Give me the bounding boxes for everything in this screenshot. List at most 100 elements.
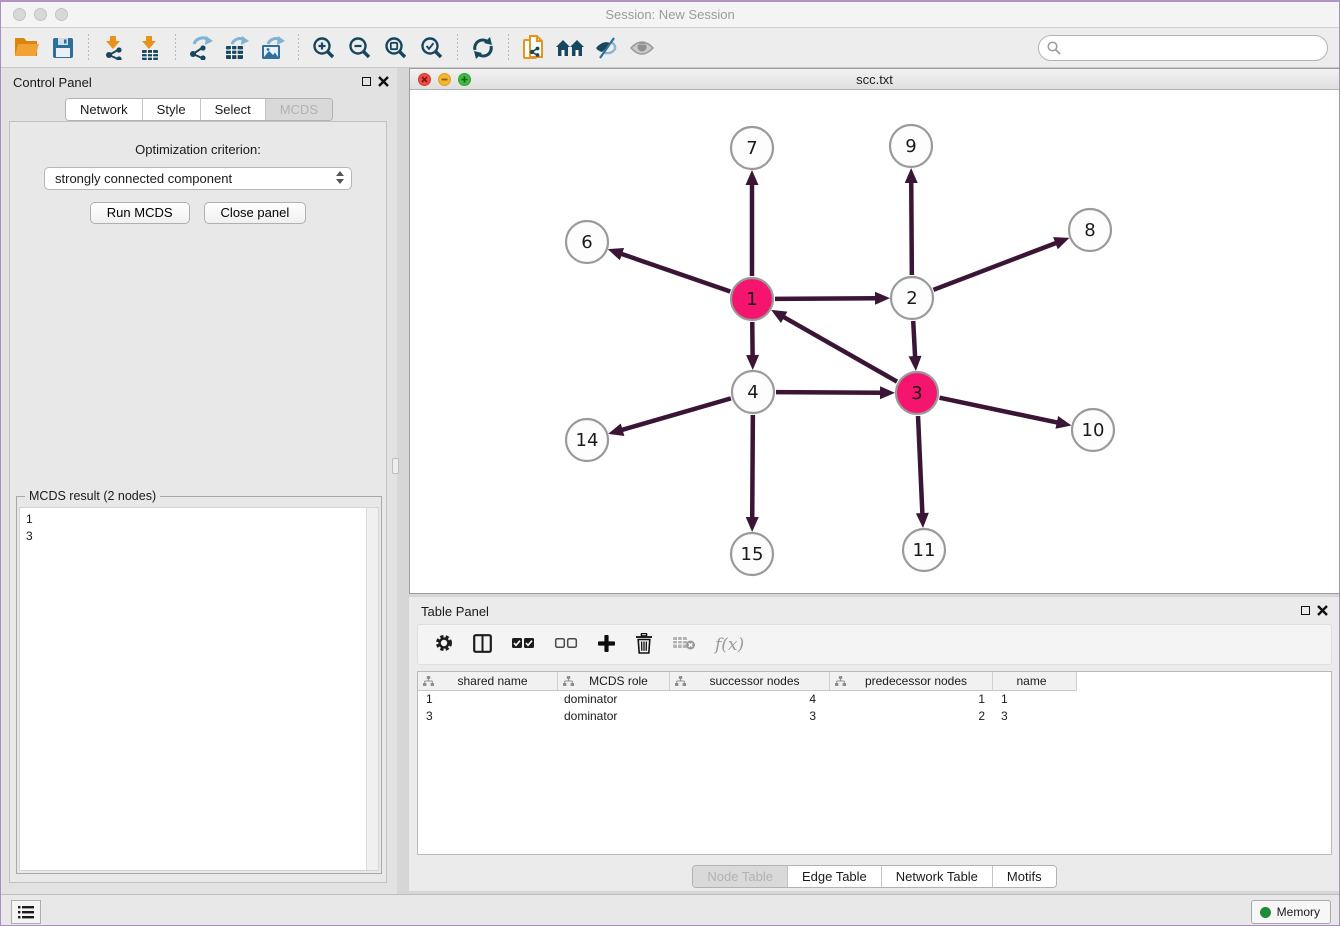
result-scrollbar[interactable] [366, 508, 378, 870]
zoom-in-icon [312, 36, 336, 60]
export-network-button[interactable] [183, 31, 219, 65]
control-panel: Control Panel Network Style Select MCDS … [1, 68, 397, 894]
graph-edge-arrowhead [746, 355, 759, 370]
graph-edge[interactable] [918, 416, 922, 515]
criterion-dropdown[interactable]: strongly connected component [44, 167, 352, 190]
table-row[interactable]: 3 dominator 3 2 3 [418, 708, 1331, 725]
search-input[interactable] [1038, 35, 1328, 61]
toolbar-separator [298, 34, 299, 62]
equation-builder-button[interactable]: f(x) [715, 635, 744, 655]
graph-edge[interactable] [782, 316, 897, 381]
zoom-fit-button[interactable] [378, 31, 414, 65]
zoom-out-icon [348, 36, 372, 60]
duplicate-network-button[interactable] [516, 31, 552, 65]
control-panel-title: Control Panel [13, 75, 92, 90]
graph-edge[interactable] [913, 321, 915, 358]
task-history-button[interactable] [11, 900, 41, 924]
float-panel-icon[interactable] [362, 77, 371, 86]
mcds-result-textarea[interactable]: 1 3 [19, 507, 379, 871]
hierarchy-icon [675, 676, 686, 686]
graph-edge-arrowhead [905, 168, 918, 183]
mcds-result-title: MCDS result (2 nodes) [25, 489, 160, 503]
tab-style[interactable]: Style [142, 99, 200, 120]
export-table-icon [224, 36, 250, 60]
graph-edge[interactable] [911, 181, 912, 275]
graph-node-label: 1 [746, 289, 757, 310]
column-header-mcds-role[interactable]: MCDS role [558, 672, 670, 691]
column-header-name[interactable]: name [993, 672, 1077, 691]
hierarchy-icon [563, 676, 574, 686]
cell-mcds-role: dominator [558, 708, 670, 725]
zoom-out-button[interactable] [342, 31, 378, 65]
destroy-table-button[interactable] [672, 635, 696, 654]
network-home-button[interactable] [552, 31, 588, 65]
graph-edge[interactable] [621, 398, 731, 430]
graph-edge-arrowhead [875, 292, 890, 305]
plus-icon [597, 634, 616, 653]
graph-edge-arrowhead [880, 386, 895, 399]
float-panel-icon[interactable] [1301, 606, 1310, 615]
graph-edge[interactable] [775, 298, 877, 299]
graph-node-label: 2 [906, 288, 917, 309]
tab-network[interactable]: Network [66, 99, 142, 120]
graph-node-label: 15 [741, 544, 764, 565]
create-column-button[interactable] [597, 634, 616, 656]
cell-name: 3 [993, 708, 1077, 725]
columns-icon [473, 634, 492, 653]
graph-node-label: 9 [905, 136, 916, 157]
trash-icon [635, 633, 653, 654]
import-network-button[interactable] [96, 31, 132, 65]
home-icon [555, 38, 585, 58]
zoom-selected-button[interactable] [414, 31, 450, 65]
hide-style-button[interactable] [588, 31, 624, 65]
export-image-icon [260, 36, 286, 60]
graph-edge[interactable] [776, 392, 882, 393]
graph-edge[interactable] [620, 253, 730, 291]
table-tabs: Node Table Edge Table Network Table Moti… [409, 865, 1340, 888]
export-image-button[interactable] [255, 31, 291, 65]
graph-node-label: 11 [913, 540, 936, 561]
export-table-button[interactable] [219, 31, 255, 65]
save-session-button[interactable] [45, 31, 81, 65]
panel-splitter-handle[interactable] [392, 458, 399, 474]
graph-edge[interactable] [940, 398, 1059, 423]
column-layout-button[interactable] [473, 634, 492, 656]
table-settings-button[interactable] [434, 633, 454, 656]
tab-network-table[interactable]: Network Table [881, 866, 992, 887]
close-panel-icon[interactable] [1317, 605, 1328, 616]
table-row[interactable]: 1 dominator 4 1 1 [418, 691, 1331, 708]
graph-node-label: 14 [576, 430, 599, 451]
close-panel-icon[interactable] [378, 76, 389, 87]
destroy-table-icon [672, 635, 696, 651]
network-graph[interactable]: 7968124314101511 [410, 90, 1339, 593]
import-network-icon [102, 36, 126, 60]
delete-columns-button[interactable] [635, 633, 653, 657]
graph-edge[interactable] [933, 242, 1057, 289]
graph-edge-arrowhead [916, 513, 929, 528]
column-header-predecessor-nodes[interactable]: predecessor nodes [830, 672, 993, 691]
tab-node-table[interactable]: Node Table [693, 866, 787, 887]
tab-edge-table[interactable]: Edge Table [787, 866, 881, 887]
memory-button[interactable]: Memory [1251, 900, 1331, 924]
apply-layout-button[interactable] [465, 31, 501, 65]
open-session-button[interactable] [9, 31, 45, 65]
graph-edge[interactable] [752, 415, 753, 519]
network-canvas[interactable]: 7968124314101511 [410, 90, 1339, 593]
zoom-in-button[interactable] [306, 31, 342, 65]
show-details-button[interactable] [624, 31, 660, 65]
tab-mcds[interactable]: MCDS [265, 99, 332, 120]
cell-predecessor-nodes: 1 [830, 691, 993, 708]
table-panel-title: Table Panel [421, 604, 489, 619]
tab-motifs[interactable]: Motifs [992, 866, 1056, 887]
column-header-shared-name[interactable]: shared name [418, 672, 558, 691]
tab-select[interactable]: Select [200, 99, 265, 120]
column-header-successor-nodes[interactable]: successor nodes [670, 672, 830, 691]
close-panel-button[interactable]: Close panel [204, 202, 307, 224]
import-table-button[interactable] [132, 31, 168, 65]
graph-node-label: 6 [581, 232, 592, 253]
deselect-all-rows-button[interactable] [554, 636, 578, 653]
run-mcds-button[interactable]: Run MCDS [90, 202, 190, 224]
graph-node-label: 3 [911, 383, 922, 404]
select-all-rows-button[interactable] [511, 636, 535, 653]
toolbar-separator [508, 34, 509, 62]
